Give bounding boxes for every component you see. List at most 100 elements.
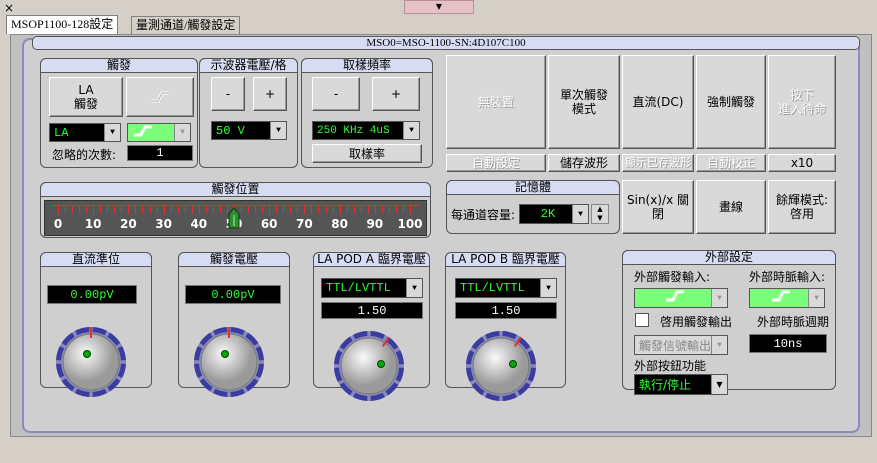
ruler-label: 70 bbox=[296, 217, 313, 231]
ruler-label: 100 bbox=[397, 217, 423, 231]
trigger-voltage-knob[interactable] bbox=[193, 326, 265, 401]
ruler-tick bbox=[149, 206, 151, 213]
auto-setup-button[interactable]: 自動設定 bbox=[446, 154, 546, 172]
device-title: MSO0=MSO-1100-SN:4D107C100 bbox=[32, 36, 860, 50]
pod-a-knob[interactable] bbox=[333, 330, 405, 405]
show-saved-waveform-button[interactable]: 顯示已存波形 bbox=[622, 154, 694, 172]
rotary-knob-icon[interactable] bbox=[55, 326, 127, 398]
ruler-label: 40 bbox=[190, 217, 208, 231]
ruler-tick bbox=[163, 204, 165, 214]
external-trigger-input-select[interactable]: ▼ bbox=[634, 288, 728, 308]
sample-minus-button[interactable]: - bbox=[312, 77, 360, 111]
ruler-tick bbox=[114, 206, 116, 213]
ruler-tick bbox=[374, 204, 376, 214]
collapse-grip-icon[interactable]: ▼ bbox=[404, 0, 474, 14]
chevron-down-icon: ▼ bbox=[540, 279, 556, 297]
memory-title: 記憶體 bbox=[446, 180, 620, 195]
voltage-value: 50 V bbox=[216, 123, 245, 138]
ruler-tick bbox=[381, 206, 383, 213]
ruler-tick bbox=[177, 206, 179, 213]
single-trigger-button[interactable]: 單次觸發 模式 bbox=[548, 55, 620, 149]
tab-channel-trigger-settings[interactable]: 量測通道/觸發設定 bbox=[131, 16, 241, 34]
trigger-signal-out-value: 觸發信號輸出 bbox=[639, 339, 711, 354]
no-device-button[interactable]: 無裝置 bbox=[446, 55, 546, 149]
ruler-label: 10 bbox=[84, 217, 102, 231]
memory-spinner[interactable]: ▲ ▼ bbox=[591, 204, 609, 224]
pod-a-voltage-field[interactable]: 1.50 bbox=[321, 302, 423, 319]
la-trigger-button[interactable]: LA 觸發 bbox=[49, 77, 123, 117]
ruler-tick bbox=[304, 204, 306, 214]
external-clock-input-select[interactable]: ▼ bbox=[749, 288, 825, 308]
force-trigger-button[interactable]: 強制觸發 bbox=[696, 55, 766, 149]
memory-capacity-select[interactable]: 2K ▼ bbox=[519, 204, 589, 224]
external-clock-input-label: 外部時脈輸入: bbox=[749, 270, 826, 284]
sample-plus-button[interactable]: + bbox=[372, 77, 420, 111]
trigger-position-slider[interactable]: 0102030405060708090100 bbox=[44, 200, 427, 236]
rising-edge-icon bbox=[666, 290, 684, 302]
rising-edge-icon bbox=[134, 125, 152, 136]
ruler-tick bbox=[156, 206, 158, 213]
memory-capacity-value: 2K bbox=[540, 207, 556, 221]
rotary-knob-icon[interactable] bbox=[193, 326, 265, 398]
ruler-tick bbox=[142, 206, 144, 213]
rotary-knob-icon[interactable] bbox=[333, 330, 405, 402]
pod-b-voltage-field[interactable]: 1.50 bbox=[455, 302, 557, 319]
trigger-source-select[interactable]: LA ▼ bbox=[49, 123, 121, 142]
pod-a-title: LA POD A 臨界電壓 bbox=[313, 252, 430, 267]
spin-down-icon[interactable]: ▼ bbox=[592, 214, 608, 223]
pod-b-standard-select[interactable]: TTL/LVTTL ▼ bbox=[455, 278, 557, 298]
chevron-down-icon: ▼ bbox=[711, 375, 727, 394]
trigger-edge-select[interactable]: ▼ bbox=[127, 123, 191, 142]
external-trigger-input-label: 外部觸發輸入: bbox=[634, 270, 711, 284]
draw-line-button[interactable]: 畫線 bbox=[696, 180, 766, 234]
external-button-function-label: 外部按鈕功能 bbox=[634, 359, 707, 373]
ruler-tick bbox=[58, 204, 59, 214]
close-icon[interactable]: × bbox=[4, 1, 14, 15]
ruler-tick bbox=[269, 204, 271, 214]
ruler-tick bbox=[346, 206, 348, 213]
ruler-tick bbox=[311, 206, 313, 213]
sample-rate-button[interactable]: 取樣率 bbox=[312, 144, 422, 163]
auto-calibrate-button[interactable]: 自動校正 bbox=[696, 154, 766, 172]
standby-button[interactable]: 按下 進入待命 bbox=[768, 55, 836, 149]
x10-button[interactable]: x10 bbox=[768, 154, 836, 172]
tab-msop-settings[interactable]: MSOP1100-128設定 bbox=[6, 15, 119, 34]
ignore-count-field[interactable]: 1 bbox=[127, 145, 193, 161]
spin-up-icon[interactable]: ▲ bbox=[592, 205, 608, 214]
ruler-tick bbox=[360, 206, 362, 213]
ruler-tick bbox=[402, 206, 404, 213]
external-clock-period-label: 外部時脈週期 bbox=[757, 315, 830, 329]
enable-trigger-out-label: 啓用觸發輸出 bbox=[660, 315, 733, 329]
ruler-tick bbox=[107, 206, 109, 213]
ruler-tick bbox=[135, 206, 137, 213]
dc-level-title: 直流準位 bbox=[40, 252, 152, 267]
pod-b-knob[interactable] bbox=[465, 330, 537, 405]
ruler-tick bbox=[318, 206, 320, 213]
pod-b-standard-value: TTL/LVTTL bbox=[460, 281, 525, 295]
persistence-mode-button[interactable]: 餘輝模式: 啓用 bbox=[768, 180, 836, 234]
pod-a-standard-select[interactable]: TTL/LVTTL ▼ bbox=[321, 278, 423, 298]
dc-level-knob[interactable] bbox=[55, 326, 127, 401]
chevron-down-icon: ▼ bbox=[270, 122, 286, 139]
edge-trigger-button[interactable] bbox=[126, 77, 194, 117]
slider-thumb-icon[interactable] bbox=[228, 207, 240, 229]
voltage-select[interactable]: 50 V ▼ bbox=[211, 121, 287, 140]
rotary-knob-icon[interactable] bbox=[465, 330, 537, 402]
dc-button[interactable]: 直流(DC) bbox=[622, 55, 694, 149]
voltage-plus-button[interactable]: + bbox=[253, 77, 287, 111]
trigger-group-title: 觸發 bbox=[40, 58, 198, 73]
external-button-function-select[interactable]: 執行/停止 ▼ bbox=[634, 374, 728, 395]
enable-trigger-out-checkbox[interactable] bbox=[635, 313, 649, 327]
ruler-tick bbox=[395, 206, 397, 213]
save-waveform-button[interactable]: 儲存波形 bbox=[548, 154, 620, 172]
trigger-signal-out-select[interactable]: 觸發信號輸出 ▼ bbox=[634, 335, 728, 355]
ext-clock-value bbox=[750, 289, 808, 307]
sample-rate-select[interactable]: 250 KHz 4uS ▼ bbox=[312, 121, 420, 140]
ruler-label: 0 bbox=[53, 217, 63, 231]
voltage-minus-button[interactable]: - bbox=[211, 77, 245, 111]
ruler-tick bbox=[297, 206, 299, 213]
ruler-tick bbox=[128, 204, 130, 214]
chevron-down-icon: ▼ bbox=[403, 122, 419, 139]
sinx-button[interactable]: Sin(x)/x 關閉 bbox=[622, 180, 694, 234]
external-clock-period-field[interactable]: 10ns bbox=[749, 334, 827, 353]
